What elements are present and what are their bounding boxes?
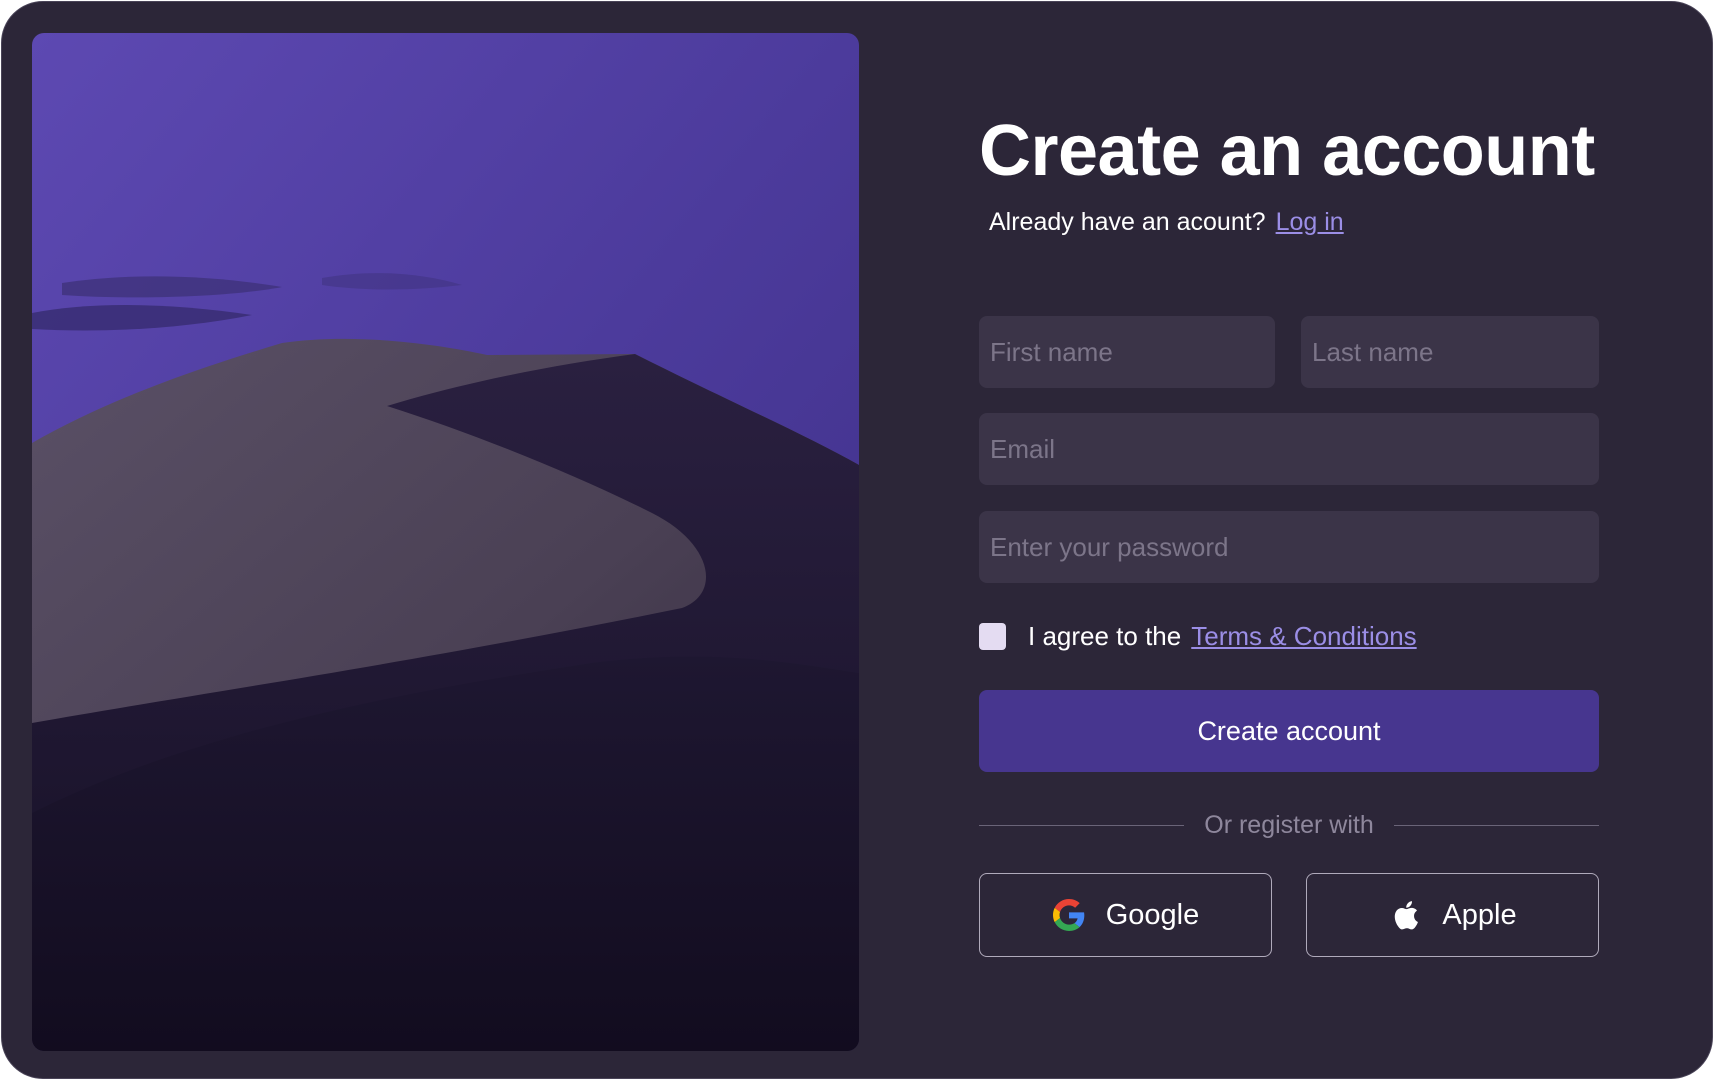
apple-button[interactable]: Apple (1306, 873, 1599, 957)
signup-card: Create an account Already have an acount… (1, 1, 1713, 1079)
divider-line-right (1393, 824, 1600, 826)
hero-image (32, 33, 859, 1051)
desert-dune-image (32, 33, 859, 1051)
terms-agreement: I agree to the Terms & Conditions (979, 620, 1417, 652)
google-label: Google (1105, 898, 1200, 931)
login-link[interactable]: Log in (1276, 208, 1344, 236)
last-name-input[interactable] (1301, 316, 1599, 388)
divider-line-left (979, 824, 1185, 826)
first-name-input[interactable] (979, 316, 1275, 388)
divider: Or register with (979, 808, 1600, 842)
email-input[interactable] (979, 413, 1599, 485)
divider-text: Or register with (1204, 810, 1374, 839)
apple-icon (1388, 898, 1422, 932)
agree-text: I agree to the (1028, 620, 1182, 651)
apple-label: Apple (1442, 898, 1517, 931)
google-button[interactable]: Google (979, 873, 1272, 957)
create-account-button[interactable]: Create account (979, 690, 1599, 772)
login-prompt-text: Already have an acount? (989, 208, 1266, 236)
terms-checkbox[interactable] (979, 622, 1006, 650)
google-icon (1052, 898, 1086, 932)
signup-form: Create an account Already have an acount… (979, 2, 1600, 1078)
login-prompt: Already have an acount? Log in (989, 208, 1344, 237)
terms-link[interactable]: Terms & Conditions (1191, 621, 1416, 652)
password-input[interactable] (979, 511, 1599, 583)
page-title: Create an account (979, 111, 1595, 191)
